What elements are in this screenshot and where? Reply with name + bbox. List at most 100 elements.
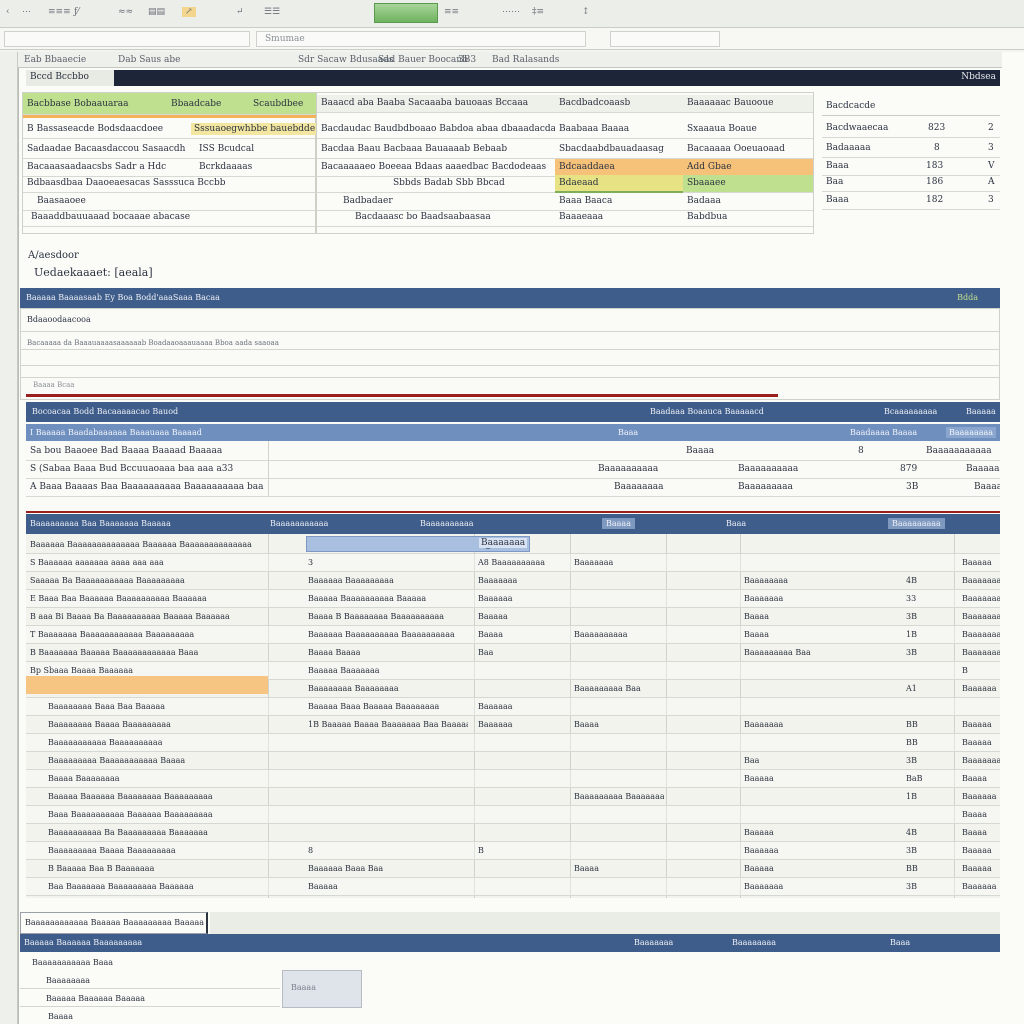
table-row[interactable]: Baaaaaa Baaaaaaaaaaaaaa Baaaaaa Baaaaaaa… (26, 536, 1000, 554)
column-header[interactable]: Dab Saus abe (118, 55, 180, 65)
footer-note[interactable]: Baaaaaaaaaaaa Baaaaa Baaaaaaaaa Baaaaa (20, 912, 208, 934)
column-header[interactable]: Eab Bbaaecie (24, 55, 86, 65)
formula-aux-box[interactable] (610, 31, 720, 47)
summary-cell[interactable]: Sxaaaua Boaue (683, 121, 813, 139)
table-cell-a: Baaaaaaaaaa Ba Baaaaaaaaa Baaaaaaa (48, 828, 208, 837)
ribbon-button[interactable]: ▤▤ (148, 7, 165, 17)
table-row[interactable]: Saaaaa Ba Baaaaaaaaaaa Baaaaaaaaa Baaaaaa… (26, 572, 1000, 590)
column-header[interactable]: Sad Bauer Boocanb (378, 55, 468, 65)
table-row[interactable]: B Baaaaa Baa B Baaaaaaa Baaaaaa Baaa Baa B… (26, 860, 1000, 878)
ribbon-button[interactable]: ≡≡ (444, 7, 459, 17)
summary-cell[interactable]: Baabaaa Baaaa (555, 121, 683, 139)
summary-cell[interactable]: Bacaaaaa Ooeuaoaad (683, 141, 813, 159)
table-row[interactable]: Baaaa Baaaaaaaa Baaaaa BaB Baaaa (26, 770, 1000, 788)
summary-cell[interactable]: Babdbua (683, 209, 813, 227)
metric-row[interactable]: Baa 186 A (822, 174, 1000, 192)
metric-row[interactable]: Bacdwaaecaa 823 2 (822, 120, 1000, 138)
summary-cell-highlight[interactable]: Sbaaaee (683, 175, 813, 193)
footer-row[interactable]: Baaaaa Baaaaaa Baaaaa (46, 994, 145, 1003)
table-row[interactable]: T Baaaaaaa Baaaaaaaaaaaa Baaaaaaaaa Baaaa… (26, 626, 1000, 644)
cell-text: Baaaaaaaaa (738, 482, 793, 492)
table-cell-b: Baaaaa (308, 882, 338, 891)
table-row[interactable]: Baa Baaaaaaa Baaaaaaaaa Baaaaaa Baaaaa Baa… (26, 878, 1000, 896)
footer-row[interactable]: Baaaa (48, 1012, 73, 1021)
name-box[interactable] (4, 31, 250, 47)
table-cell-c: Baaaaa (478, 612, 508, 621)
summary-cell-highlight[interactable]: Bdaeaad (555, 175, 683, 193)
metric-value: 182 (926, 195, 944, 205)
band-content: Bdaaoodaacooa Bacaaaaa da Baaauaaaasaaaa… (20, 308, 1000, 400)
table-cell-f: 4B (906, 576, 917, 585)
summary-cell[interactable]: Baaaeaaa (555, 209, 683, 227)
summary-row[interactable]: B Bassaseacde Bodsdaacdoee Sssuaoegwhbbe… (23, 121, 317, 139)
formula-input[interactable]: Smumae (256, 31, 586, 47)
cell-text: 8 (858, 446, 864, 456)
table-cell-g: Baaaaaaa (962, 756, 1000, 765)
ribbon-button[interactable]: ↵ (236, 7, 244, 17)
table-row[interactable]: B aaa Bi Baaaa Ba Baaaaaaaaaa Baaaaa Baa… (26, 608, 1000, 626)
metric-flag: 3 (988, 143, 994, 153)
table-row[interactable]: Baaaaaaaaa Baaaa Baaaaaaaaa 8 B Baaaaaa 3B Ba… (26, 842, 1000, 860)
summary-cell[interactable]: Bacdaudac Baudbdboaao Babdoa abaa dbaaad… (317, 121, 555, 139)
footer-band-col: Baaaaaaa (634, 938, 674, 947)
footer-box-label: Baaaa (291, 983, 316, 992)
cell-text: Badbadaer (343, 196, 393, 206)
table-cell-g: Baaaaaaaaaaa (962, 576, 1000, 585)
metric-row[interactable]: Baaa 182 3 (822, 192, 1000, 210)
table-row[interactable]: Baaaaa Baaaaaa Baaaaaaaa Baaaaaaaaa Baaaa… (26, 788, 1000, 806)
column-header[interactable]: Bad Ralasands (492, 55, 559, 65)
ribbon-button-highlight[interactable]: ↗ (182, 7, 196, 17)
table-cell-c: A8 Baaaaaaaaaa (478, 558, 545, 567)
summary-row[interactable]: Bdbaasdbaa Daaoeaesacas Sasssuca Bccbb (23, 175, 317, 193)
summary-cell[interactable]: Sbbds Badab Sbb Bbcad (317, 175, 555, 193)
table-row[interactable]: Baaaaaaaaaa Ba Baaaaaaaaa Baaaaaaa Baaaaa… (26, 824, 1000, 842)
cell-text: Sxaaaua Boaue (687, 124, 757, 134)
table-row[interactable]: Baaaaaaaa Baaaa Baaaaaaaaa 1B Baaaaa Baaa… (26, 716, 1000, 734)
ribbon-button[interactable]: ⋯⋯ (502, 7, 520, 17)
band-right: Bdda (957, 293, 978, 302)
ribbon-button[interactable]: ≈≈ (118, 7, 133, 17)
table-row[interactable]: Baaaaaaaaaaa Baaaaaaaaaa BB Baaaaa (26, 734, 1000, 752)
footer-row[interactable]: Baaaaaaaaaaa Baaa (32, 958, 113, 967)
summary-cell[interactable]: Bacdaa Baau Bacbaaa Bauaaaab Bebaab (317, 141, 555, 159)
summary-row[interactable]: Baaaddbauuaaad bocaaae abacase (23, 209, 317, 227)
table-row[interactable]: Baaaaaaaaa Baaaaaaaaaaa Baaaa Baa 3B Baaaaa… (26, 752, 1000, 770)
cell-text: Bcrkdaaaas (199, 162, 253, 172)
table-row[interactable]: Baaaaaaaa Baaa Baa Baaaaa Baaaaa Baaa Baa… (26, 698, 1000, 716)
section2-row[interactable]: S (Sabaa Baaa Bud Bccuuaoaaa baa aaa a33… (26, 461, 1000, 479)
ribbon-button[interactable]: ↕ (582, 7, 590, 17)
ribbon-button[interactable]: ‹ (6, 7, 10, 17)
ribbon-button[interactable]: ‡≡ (532, 7, 544, 17)
summary-row[interactable]: Sadaadae Bacaasdaccou Sasaacdh ISS Bcudc… (23, 141, 317, 159)
ribbon-button[interactable]: ☰☰ (264, 7, 280, 17)
ribbon-button[interactable]: ƒ⁄ (74, 7, 79, 17)
summary-cell[interactable]: Sbacdaabdbauadaasag (555, 141, 683, 159)
section2-row[interactable]: Sa bou Baaoee Bad Baaaa Baaaad Baaaaa Ba… (26, 443, 1000, 461)
summary-row[interactable]: Bacbbase Bobaauaraa Bbaadcabe Scaubdbee (23, 93, 317, 115)
section2-row[interactable]: A Baaa Baaaas Baa Baaaaaaaaaa Baaaaaaaaa… (26, 479, 1000, 497)
summary-cell[interactable]: Bacdaaasc bo Baadsaabaasaa (317, 209, 555, 227)
title-bar-label[interactable]: Bccd Bccbbo (26, 70, 114, 86)
band-row[interactable]: Bdaaoodaacooa (27, 315, 91, 324)
table-row[interactable]: B Baaaaaaa Baaaaa Baaaaaaaaaaaa Baaa Baaa… (26, 644, 1000, 662)
ribbon-button[interactable]: ⋯ (22, 7, 31, 17)
footer-row[interactable]: Baaaaaaaa (46, 976, 90, 985)
metric-row[interactable]: Badaaaaa 8 3 (822, 140, 1000, 158)
table-cell-a: Baaa Baaaaaaaaaa Baaaaaa Baaaaaaaaa (48, 810, 213, 819)
cell-text: Baasaaoee (37, 196, 86, 206)
ribbon-button[interactable]: ≡≡≡ (48, 7, 71, 17)
column-header[interactable]: 3B3 (458, 55, 476, 65)
band-row[interactable]: Bacaaaaa da Baaauaaaasaaaaaab Boadaaoaaa… (27, 339, 279, 347)
table-cell-a: Baaaaaaaaaaa Baaaaaaaaaa (48, 738, 163, 747)
ribbon-active-button[interactable] (374, 3, 438, 23)
footer-preview-box[interactable]: Baaaa (282, 970, 362, 1008)
cell-text: Babdbua (687, 212, 728, 222)
table-row[interactable]: S Baaaaaa aaaaaaa aaaa aaa aaa 3 A8 Baaaaa… (26, 554, 1000, 572)
cell-text: Bacdaa Baau Bacbaaa Bauaaaab Bebaab (321, 144, 508, 154)
table-cell-b: Baaaaa Baaaaaaaaaa Baaaaa (308, 594, 427, 603)
band-row[interactable]: Baaaa Bcaa (33, 381, 74, 389)
table-cell-a: Bp Sbaaa Baaaa Baaaaaa (30, 666, 133, 675)
table-row[interactable]: Baaa Baaaaaaaaaa Baaaaaa Baaaaaaaaa Baaaa (26, 806, 1000, 824)
table-row[interactable]: E Baaa Baa Baaaaaa Baaaaaaaaaa Baaaaaa Ba… (26, 590, 1000, 608)
table-cell-b: Baaaa Baaaa (308, 648, 361, 657)
